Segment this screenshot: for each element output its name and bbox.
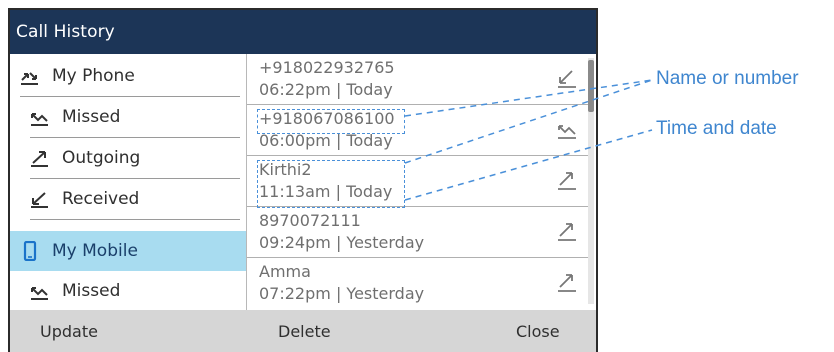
call-row[interactable]: +918022932765 06:22pm | Today (247, 54, 596, 105)
sidebar-item-label: Outgoing (62, 148, 141, 168)
sidebar-item-label: Missed (62, 107, 121, 127)
sidebar-item-label: My Mobile (52, 241, 138, 261)
received-call-icon (30, 190, 50, 210)
received-call-icon (556, 68, 578, 90)
sidebar-item-label: Missed (62, 281, 121, 301)
outgoing-call-icon (556, 170, 578, 192)
mobile-phone-icon (20, 240, 40, 262)
call-time: 09:24pm | Yesterday (259, 233, 425, 252)
sidebar-item-outgoing[interactable]: Outgoing (10, 138, 246, 179)
window-title: Call History (16, 22, 115, 42)
scrollbar-thumb[interactable] (588, 60, 594, 112)
call-name: Amma (259, 262, 311, 281)
delete-softkey[interactable]: Delete (278, 322, 331, 341)
softkey-bar: Update Delete Close (10, 310, 596, 352)
title-bar: Call History (10, 10, 596, 54)
sidebar-item-received[interactable]: Received (10, 179, 246, 220)
name-callout-box (257, 109, 405, 134)
sidebar-item-missed-mobile[interactable]: Missed (10, 271, 246, 312)
call-time: 06:22pm | Today (259, 80, 393, 99)
missed-call-icon (30, 108, 50, 128)
sidebar-item-my-mobile[interactable]: My Mobile (10, 231, 246, 271)
sidebar: My Phone Missed Outgoing Received My Mob… (10, 54, 246, 310)
call-row[interactable]: Amma 07:22pm | Yesterday (247, 258, 596, 309)
update-softkey[interactable]: Update (40, 322, 98, 341)
phone-screen: Call History My Phone Missed Outgoing Re… (8, 8, 598, 352)
name-time-callout-box (257, 160, 405, 208)
sidebar-item-label: Received (62, 189, 140, 209)
sidebar-item-label: My Phone (52, 66, 135, 86)
missed-call-icon (30, 282, 50, 302)
call-name: 8970072111 (259, 211, 361, 230)
missed-call-icon (556, 119, 578, 141)
sidebar-item-missed[interactable]: Missed (10, 97, 246, 138)
call-row[interactable]: 8970072111 09:24pm | Yesterday (247, 207, 596, 258)
sidebar-item-my-phone[interactable]: My Phone (10, 56, 246, 97)
close-softkey[interactable]: Close (516, 322, 560, 341)
outgoing-call-icon (30, 149, 50, 169)
outgoing-call-icon (556, 221, 578, 243)
call-time: 07:22pm | Yesterday (259, 284, 425, 303)
outgoing-call-icon (556, 272, 578, 294)
call-name: +918022932765 (259, 58, 395, 77)
time-and-date-label: Time and date (656, 118, 777, 139)
name-or-number-label: Name or number (656, 68, 799, 89)
phone-log-icon (20, 67, 40, 87)
